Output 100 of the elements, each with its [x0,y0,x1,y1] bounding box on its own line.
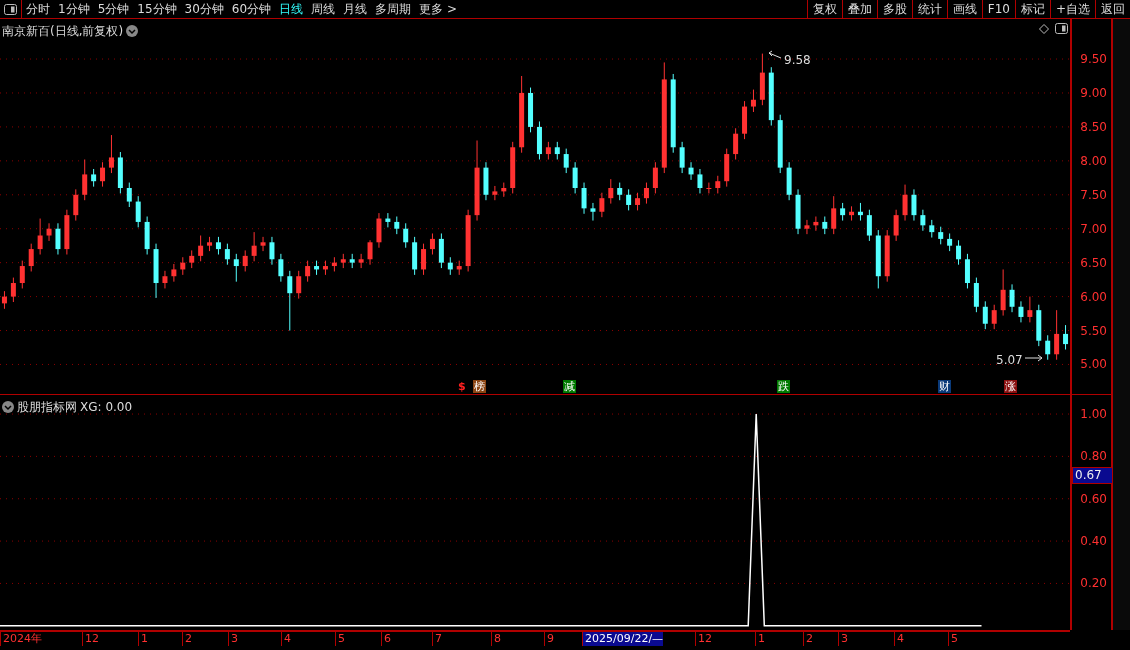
date-label: 2 [182,632,192,646]
candle [55,222,61,255]
indicator-readout: : 0.00 [97,399,133,416]
candle [162,270,168,289]
candle [82,159,88,201]
period-tab[interactable]: 多周期 [371,0,416,18]
candle [1027,296,1033,323]
date-label: 3 [838,632,848,646]
candle [840,202,846,222]
period-tab[interactable]: 15分钟 [133,0,181,18]
candle [314,260,320,276]
axis-label: 6.50 [1080,254,1107,272]
axis-label: 9.00 [1080,84,1107,102]
toolbar-button[interactable]: F10 [981,0,1015,18]
candle [91,168,97,188]
candle [367,239,373,266]
candle [1,290,7,310]
candle [1054,309,1060,361]
candle [278,253,284,283]
leader-line [768,50,782,59]
toolbar-button[interactable]: 叠加 [841,0,877,18]
toolbar-button[interactable]: 多股 [876,0,912,18]
candle [198,235,204,262]
candle [456,260,462,276]
toolbar-button[interactable]: 返回 [1095,0,1130,18]
candle [768,66,774,127]
axis-label: 9.50 [1080,51,1107,69]
candle [180,256,186,276]
event-tag: 榜 [473,380,486,393]
toolbar-button[interactable]: 画线 [946,0,982,18]
period-tab[interactable]: 周线 [307,0,340,18]
candle [117,151,123,194]
candle [929,219,935,239]
series-name: XG [80,399,98,416]
axis-label: 8.50 [1080,118,1107,136]
chart-title: 南京新百(日线,前复权) [2,23,124,40]
candle [429,232,435,255]
candle [251,231,257,262]
toolbar-button[interactable]: 统计 [911,0,947,18]
period-tab[interactable]: 60分钟 [227,0,276,18]
candle [224,243,230,266]
dropdown-icon[interactable] [2,401,14,413]
candle [287,270,293,331]
axis-label: 8.00 [1080,152,1107,170]
candle [100,161,106,188]
indicator-title: 股朋指标网 [17,399,77,416]
candle [902,184,908,222]
candle [626,188,632,211]
candle [46,222,52,242]
candle [331,256,337,272]
toolbar-button[interactable]: 标记 [1014,0,1050,18]
date-label: 12 [82,632,99,646]
candle [777,114,783,174]
date-label: 5 [335,632,345,646]
period-tab[interactable]: 1分钟 [54,0,94,18]
candle [938,226,944,245]
period-tab[interactable]: 月线 [339,0,372,18]
candle [73,188,79,222]
leader-line [1024,354,1043,362]
date-label: 5 [948,632,958,646]
dropdown-icon[interactable] [126,25,139,37]
more-menu[interactable]: 更多 > [415,0,461,18]
candle [153,243,159,299]
candle [447,256,453,276]
candle [483,161,489,201]
axis-label: 0.80 [1080,448,1107,466]
toolbar-button[interactable]: +自选 [1049,0,1095,18]
panel-toggle-icon[interactable] [1055,23,1068,34]
cursor-value: 0.67 [1072,467,1113,484]
date-label: 2 [803,632,813,646]
panel-toggle-icon[interactable] [4,3,17,15]
candle [207,236,213,252]
candle [438,232,444,269]
period-tab[interactable]: 日线 [275,0,308,18]
candle [421,243,427,276]
candle [412,236,418,276]
candle [804,219,810,235]
candle [19,260,25,289]
candle [715,175,721,194]
candle [1036,304,1042,347]
date-label: 8 [491,632,501,646]
period-tab[interactable]: 5分钟 [93,0,134,18]
event-symbol: $ [457,380,467,393]
candle [135,195,141,228]
date-label: 1 [138,632,148,646]
candle [884,229,890,283]
candle [590,202,596,222]
toolbar-button[interactable]: 复权 [806,0,842,18]
period-tab[interactable]: 30分钟 [180,0,228,18]
event-tag: 财 [938,380,951,393]
low-price-label: 5.07 [996,352,1023,369]
candle [492,185,498,201]
diamond-icon[interactable] [1039,24,1049,34]
candle [305,260,311,283]
candle [733,127,739,160]
candle [724,148,730,188]
candle [991,304,997,330]
axis-label: 0.40 [1080,533,1107,551]
candle [608,178,614,205]
period-tab[interactable]: 分时 [22,0,54,18]
